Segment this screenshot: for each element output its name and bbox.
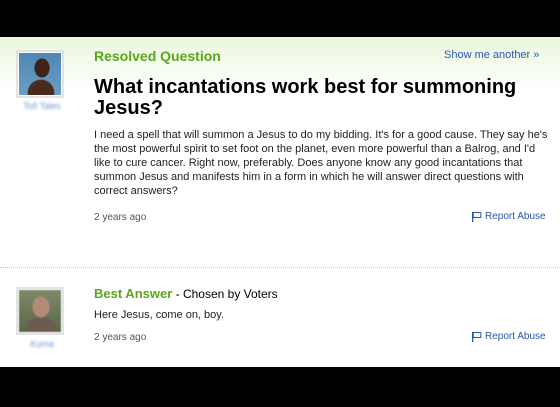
flag-icon: [472, 212, 482, 222]
report-abuse-label: Report Abuse: [485, 211, 546, 222]
show-another-link[interactable]: Show me another »: [444, 49, 539, 61]
answer-report-abuse-link[interactable]: Report Abuse: [471, 331, 546, 342]
answerer-name[interactable]: Kuma: [12, 339, 72, 349]
answer-body: Here Jesus, come on, boy.: [94, 309, 225, 321]
best-answer-label: Best Answer: [94, 286, 173, 301]
section-divider: [0, 267, 560, 268]
question-title: What incantations work best for summonin…: [94, 76, 517, 119]
question-timestamp: 2 years ago: [94, 212, 147, 223]
answer-timestamp: 2 years ago: [94, 332, 147, 343]
best-answer-separator: -: [172, 287, 183, 301]
answerer-avatar[interactable]: [16, 287, 64, 335]
question-body: I need a spell that will summon a Jesus …: [94, 129, 548, 197]
flag-icon: [472, 332, 482, 342]
best-answer-heading: Best Answer - Chosen by Voters: [94, 286, 278, 301]
resolved-question-heading: Resolved Question: [94, 48, 221, 64]
report-abuse-label: Report Abuse: [485, 331, 546, 342]
asker-name[interactable]: Tofi Tales: [12, 101, 72, 111]
asker-avatar[interactable]: [16, 50, 64, 98]
chosen-by-label: Chosen by Voters: [182, 287, 278, 301]
report-abuse-link[interactable]: Report Abuse: [471, 211, 546, 222]
